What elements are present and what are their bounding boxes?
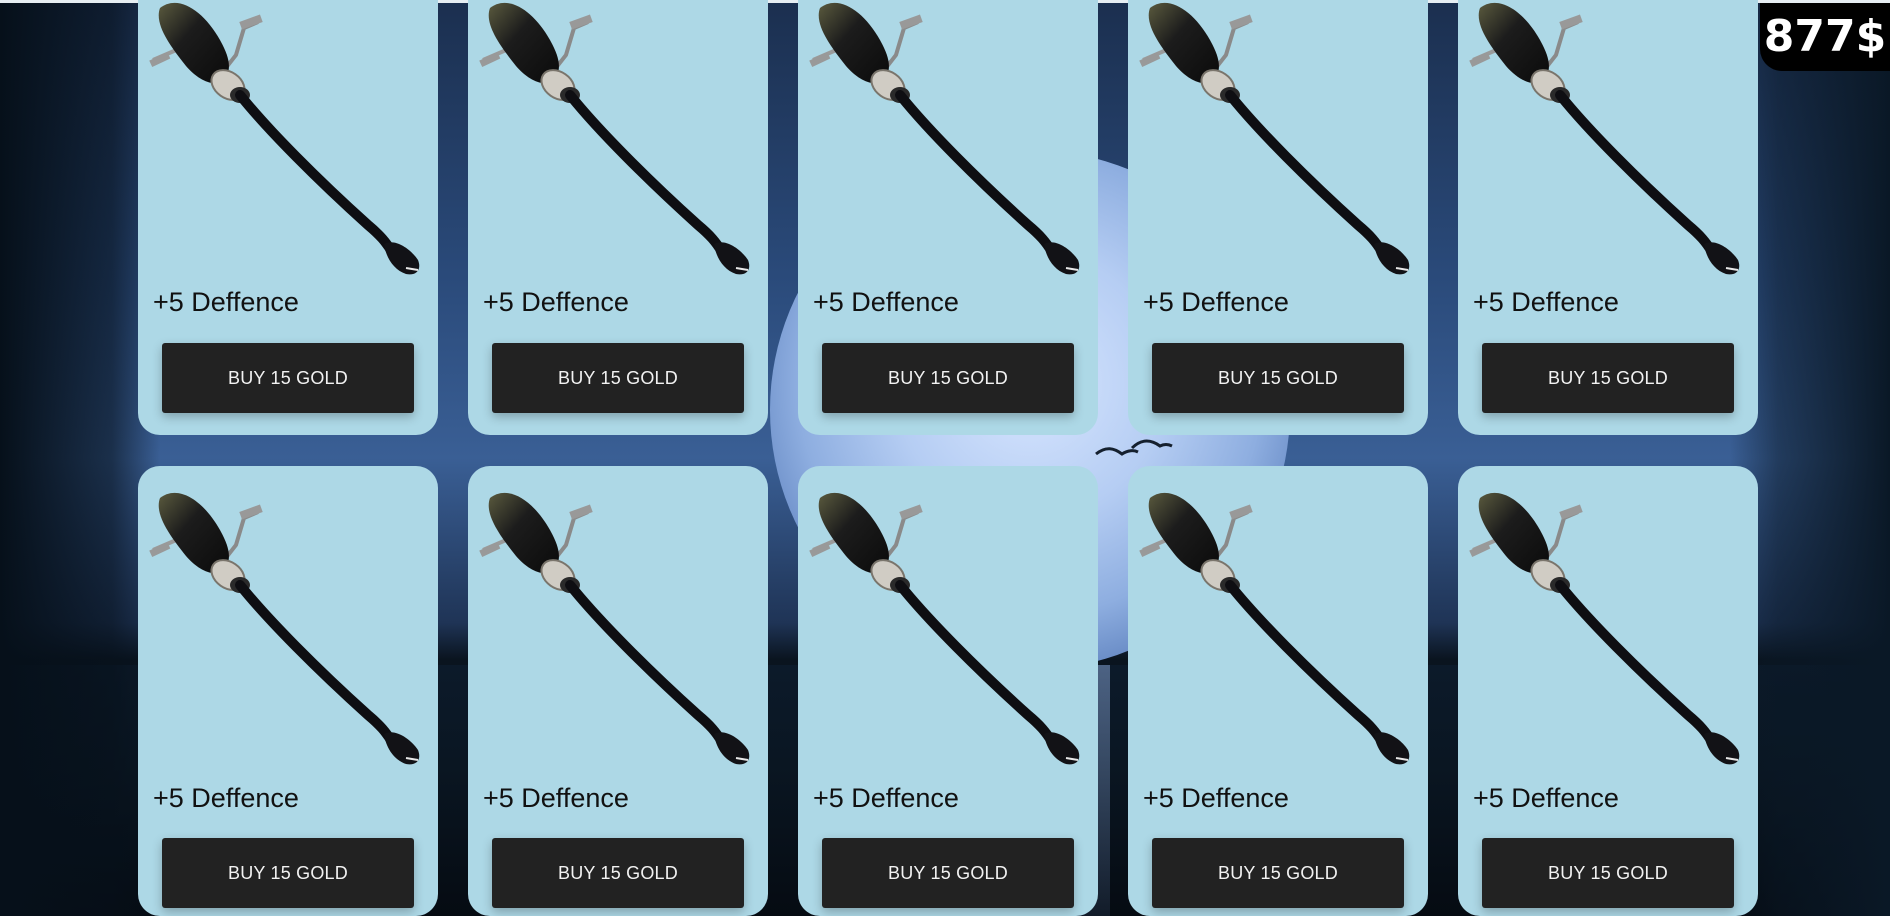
broomstick-icon <box>1139 492 1410 765</box>
item-image <box>148 0 438 280</box>
item-image <box>478 0 768 280</box>
left-vignette <box>0 0 160 916</box>
item-stat: +5 Deffence <box>153 783 299 813</box>
shop-item-card: +5 Deffence BUY 15 GOLD <box>1128 0 1428 435</box>
broomstick-icon <box>1139 2 1410 275</box>
broomstick-icon <box>809 492 1080 765</box>
item-image <box>1468 490 1758 770</box>
item-stat: +5 Deffence <box>813 783 959 813</box>
buy-button[interactable]: BUY 15 GOLD <box>492 343 744 413</box>
item-stat: +5 Deffence <box>1143 287 1289 317</box>
item-image <box>808 0 1098 280</box>
shop-item-card: +5 Deffence BUY 15 GOLD <box>1458 466 1758 916</box>
item-stat: +5 Deffence <box>1473 287 1619 317</box>
item-stat: +5 Deffence <box>153 287 299 317</box>
item-image <box>1468 0 1758 280</box>
shop-item-card: +5 Deffence BUY 15 GOLD <box>798 466 1098 916</box>
item-image <box>148 490 438 770</box>
broomstick-icon <box>149 2 420 275</box>
item-image <box>1138 490 1428 770</box>
buy-button[interactable]: BUY 15 GOLD <box>162 838 414 908</box>
broomstick-icon <box>809 2 1080 275</box>
item-stat: +5 Deffence <box>813 287 959 317</box>
buy-button[interactable]: BUY 15 GOLD <box>1482 838 1734 908</box>
broomstick-icon <box>479 492 750 765</box>
gold-balance: 877$ <box>1760 3 1890 71</box>
broomstick-icon <box>1469 492 1740 765</box>
buy-button[interactable]: BUY 15 GOLD <box>1152 343 1404 413</box>
shop-item-card: +5 Deffence BUY 15 GOLD <box>1458 0 1758 435</box>
broomstick-icon <box>1469 2 1740 275</box>
item-stat: +5 Deffence <box>1473 783 1619 813</box>
buy-button[interactable]: BUY 15 GOLD <box>822 838 1074 908</box>
buy-button[interactable]: BUY 15 GOLD <box>492 838 744 908</box>
shop-item-card: +5 Deffence BUY 15 GOLD <box>1128 466 1428 916</box>
broomstick-icon <box>149 492 420 765</box>
shop-item-card: +5 Deffence BUY 15 GOLD <box>468 466 768 916</box>
shop-item-card: +5 Deffence BUY 15 GOLD <box>138 466 438 916</box>
shop-item-card: +5 Deffence BUY 15 GOLD <box>798 0 1098 435</box>
buy-button[interactable]: BUY 15 GOLD <box>1482 343 1734 413</box>
shop-item-card: +5 Deffence BUY 15 GOLD <box>138 0 438 435</box>
buy-button[interactable]: BUY 15 GOLD <box>822 343 1074 413</box>
item-stat: +5 Deffence <box>483 287 629 317</box>
broomstick-icon <box>479 2 750 275</box>
item-stat: +5 Deffence <box>1143 783 1289 813</box>
item-image <box>808 490 1098 770</box>
buy-button[interactable]: BUY 15 GOLD <box>1152 838 1404 908</box>
item-image <box>1138 0 1428 280</box>
birds-silhouette <box>1095 439 1173 456</box>
buy-button[interactable]: BUY 15 GOLD <box>162 343 414 413</box>
shop-item-card: +5 Deffence BUY 15 GOLD <box>468 0 768 435</box>
item-stat: +5 Deffence <box>483 783 629 813</box>
item-image <box>478 490 768 770</box>
